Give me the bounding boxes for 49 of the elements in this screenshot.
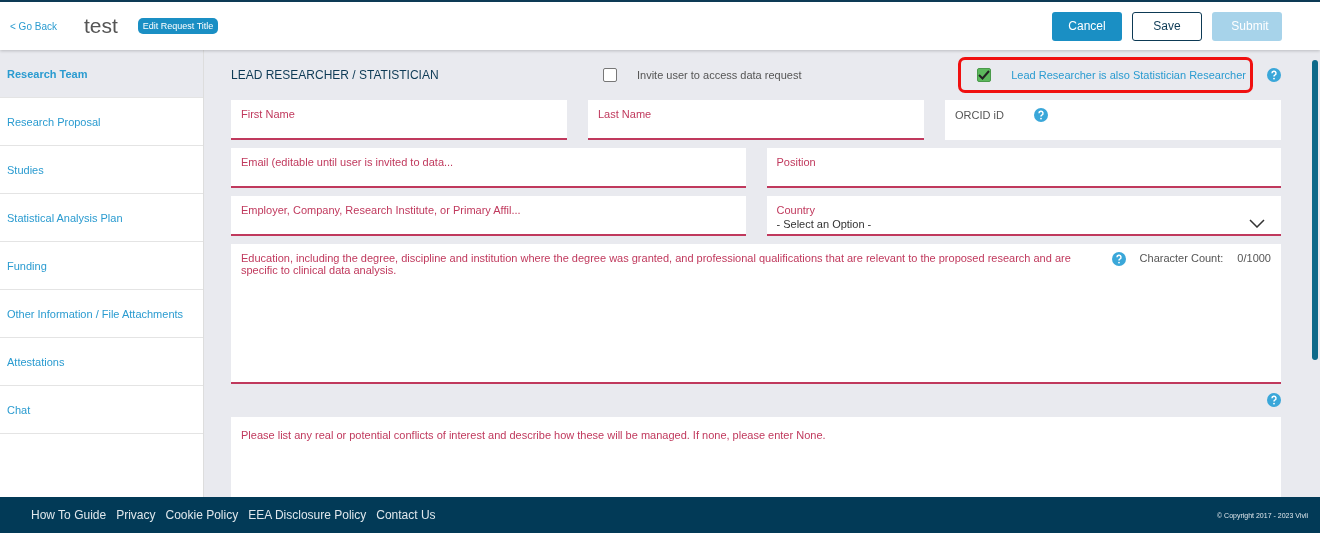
edit-title-button[interactable]: Edit Request Title	[137, 18, 219, 34]
input-field[interactable]: Last Name	[588, 99, 924, 140]
help-icon[interactable]	[1267, 393, 1281, 408]
select-value: - Select an Option -	[776, 217, 872, 230]
input-field[interactable]: Employer, Company, Research Institute, or Primary Affil...	[231, 195, 746, 236]
action-button[interactable]: Save	[1132, 11, 1202, 41]
field-label: Please list any real or potential conflicts of interest and describe how these will be managed. If none, please enter None.	[241, 429, 826, 441]
help-icon[interactable]	[1267, 67, 1281, 82]
footer-link[interactable]: Privacy	[116, 508, 156, 522]
input-field[interactable]: First Name	[231, 99, 567, 140]
sidebar-item[interactable]: Chat	[0, 386, 203, 434]
field-label: Employer, Company, Research Institute, or Primary Affil...	[241, 203, 521, 216]
action-button[interactable]: Cancel	[1052, 11, 1122, 41]
scrollbar-thumb[interactable]	[1312, 60, 1318, 360]
field-label: Position	[776, 155, 816, 168]
sidebar-item[interactable]: Research Proposal	[0, 98, 203, 146]
help-icon[interactable]	[1111, 251, 1126, 266]
field-label: Education, including the degree, discipline and institution where the degree was granted, and professional qualifications that are relevant to the proposed research and are specific to clinical data analysis.	[241, 251, 1072, 276]
field-label: Last Name	[598, 107, 652, 120]
footer-link[interactable]: How To Guide	[31, 508, 107, 522]
checkbox[interactable]	[977, 67, 992, 82]
input-field[interactable]: Position	[766, 147, 1281, 188]
sidebar-item[interactable]: Statistical Analysis Plan	[0, 194, 203, 242]
footer-link[interactable]: EEA Disclosure Policy	[248, 508, 367, 522]
field-label: ORCID iD	[955, 108, 1004, 121]
footer-link[interactable]: Cookie Policy	[165, 508, 239, 522]
text-area[interactable]	[231, 243, 1281, 384]
character-count-label: Character Count:	[1139, 251, 1224, 264]
input-field[interactable]: ORCID iD	[945, 99, 1281, 140]
footer-link[interactable]: Contact Us	[376, 508, 436, 522]
chevron-down-icon	[1249, 219, 1265, 229]
field-label: First Name	[241, 107, 295, 120]
country-select[interactable]: Country - Select an Option -	[766, 195, 1281, 236]
character-count: 0/1000	[1237, 251, 1271, 264]
input-field[interactable]: Email (editable until user is invited to data...	[231, 147, 746, 188]
field-label: Country	[776, 203, 816, 216]
checkbox-label: Lead Researcher is also Statistician Researcher	[1011, 68, 1246, 81]
checkbox[interactable]	[603, 67, 617, 82]
sidebar-item[interactable]: Other Information / File Attachments	[0, 290, 203, 338]
field-label: Email (editable until user is invited to data...	[241, 155, 454, 168]
help-icon[interactable]	[1033, 107, 1048, 122]
back-link[interactable]: < Go Back	[10, 20, 57, 32]
checkbox-label: Invite user to access data request	[637, 68, 802, 81]
section-heading: LEAD RESEARCHER / STATISTICIAN	[231, 67, 440, 82]
text-area[interactable]: Please list any real or potential conflicts of interest and describe how these will be managed. If none, please enter None.	[231, 417, 1281, 497]
sidebar-item[interactable]: Studies	[0, 146, 203, 194]
sidebar-item[interactable]: Funding	[0, 242, 203, 290]
sidebar-item[interactable]: Attestations	[0, 338, 203, 386]
request-title: test	[83, 14, 118, 38]
